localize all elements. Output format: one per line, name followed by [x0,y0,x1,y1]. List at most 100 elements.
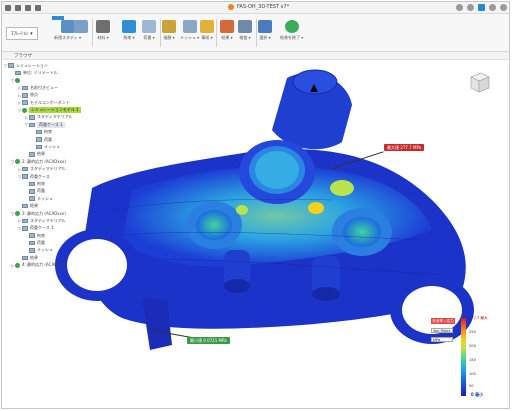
document-title: FAS-OH_3D-TEST v7* [237,4,290,10]
folder-icon [22,93,28,98]
tree-row[interactable]: ▽ 荷重ケース 1 [4,121,124,128]
tree-row[interactable]: ▷ 4: 静的応力 (ACADxxx) [4,262,124,269]
tree-row[interactable]: 結果 [4,151,124,158]
folder-icon [29,181,35,187]
folder-icon [29,248,35,253]
result-legend: 安全率 / 応力 Von Mises MPa 277.7 最大 250 200 … [425,316,491,398]
view-cube-icon[interactable] [465,68,493,96]
tree-row[interactable]: ▽ [4,77,124,84]
tree-row[interactable]: ▽ 荷重ケース [4,173,124,180]
tree-row[interactable]: ▽ 2: 静的応力 (ACADxxx) [4,158,124,165]
browser-title: ブラウザ [14,54,32,59]
select-tool[interactable]: 選択 ▾ [258,20,272,41]
tree-row-label: 3: 静的応力 (ACADxxx) [22,210,66,216]
folder-icon [36,137,42,142]
tree-row-label: 4: 静的応力 (ACADxxx) [22,262,66,268]
browser-header[interactable]: ブラウザ [2,52,509,60]
mesh-tool[interactable]: メッシュ ▾ [180,20,199,41]
load-tool[interactable]: 荷重 ▾ [142,20,156,41]
check-icon [22,107,27,113]
folder-icon [22,226,28,231]
tree-row[interactable]: ▷ 名前付きビュー [4,84,124,91]
tree-row[interactable]: ▽ シミュレーション [4,62,124,69]
tree-row-label: 原点 [30,92,38,98]
tree-row-label: 名前付きビュー [30,84,58,90]
tree-row-label: 結果 [30,203,38,209]
folder-icon [22,85,28,91]
tree-row[interactable]: メッシュ [4,143,124,150]
min-probe-label[interactable]: 最小値 0.0721 MPa [187,337,230,344]
material-tool[interactable]: 材料 ▾ [96,20,110,41]
check-icon [15,262,20,268]
tree-row-label: 荷重 [37,188,45,194]
tree-row[interactable]: ▷ スタディマテリアル [4,217,124,224]
legend-type-dropdown[interactable]: Von Mises [431,328,453,333]
legend-unit-dropdown[interactable]: MPa [431,337,453,342]
tree-row[interactable]: ▷ モデルコンポーネント [4,99,124,106]
contact-tool[interactable]: 接触 ▾ [162,20,176,41]
tree-row[interactable]: ▽ 3: 静的応力 (ACADxxx) [4,210,124,217]
tree-row[interactable]: 荷重 [4,188,124,195]
tree-row[interactable]: ▷ スタディマテリアル [4,114,124,121]
select-icon [258,20,272,33]
tree-row[interactable]: ▷ 原点 [4,92,124,99]
tree-row-label: 2: 静的応力 (ACADxxx) [22,158,66,164]
folder-icon [29,196,35,201]
title-bar: FAS-OH_3D-TEST v7* [2,2,509,14]
tree-row[interactable]: 拘束 [4,232,124,239]
tree-row[interactable]: 荷重 [4,136,124,143]
tree-row[interactable]: メッシュ [4,247,124,254]
precheck-icon [200,20,214,33]
inspect-tool[interactable]: 検査 ▾ [238,20,252,41]
result-icon [220,20,234,33]
tree-row[interactable]: ▽ 荷重ケース 1 [4,225,124,232]
tree-row-label: スタディマテリアル [37,114,73,120]
legend-header[interactable]: 安全率 / 応力 [431,318,455,324]
precheck-tool[interactable]: 事前 ▾ [200,20,214,41]
folder-icon [22,166,28,172]
tree-row[interactable]: 拘束 [4,129,124,136]
tree-row-label: 拘束 [37,180,45,186]
user-avatar[interactable] [500,4,507,11]
add-tab-icon[interactable] [456,4,463,11]
tree-row-label: 荷重 [44,136,52,142]
constraint-tool[interactable]: 拘束 ▾ [122,20,136,41]
max-probe-label[interactable]: 最大値 277.7 MPa [384,144,425,151]
tree-row[interactable]: 荷重 [4,239,124,246]
workspace-selector[interactable]: ﾏﾌﾚｰｼｮﾝ ▾ [6,27,38,40]
simplify-tool[interactable] [74,20,88,33]
result-tool[interactable]: 結果 ▾ [220,20,234,41]
legend-max: 277.7 最大 [469,316,488,320]
undo-icon[interactable] [25,5,31,11]
tree-row[interactable]: 単位: ミリメートル [4,69,124,76]
tree-row-label: スタディマテリアル [30,166,66,172]
file-icon[interactable] [5,5,11,11]
finish-icon [284,20,299,33]
help-icon[interactable] [489,4,496,11]
tree-row-label: シミュレーション [16,62,48,68]
job-status-icon[interactable] [478,4,485,11]
tree-row[interactable]: 結果 [4,254,124,261]
tree-row[interactable]: 結果 [4,202,124,209]
folder-icon [29,152,35,157]
check-icon [15,211,20,216]
folder-icon [22,203,28,209]
folder-icon [29,233,35,238]
save-icon[interactable] [15,5,21,11]
folder-icon [8,63,14,68]
redo-icon[interactable] [35,5,41,11]
tree-row[interactable]: 拘束 [4,180,124,187]
inspect-tool-label: 検査 ▾ [239,35,251,40]
finish-tool[interactable]: 結果を終了 ▾ [280,20,303,41]
tree-row-label: メッシュ [44,143,60,149]
tree-row-label: 単位: ミリメートル [23,70,58,76]
notification-icon[interactable] [467,4,474,11]
tree-row[interactable]: ▽ シミュレーションモデル 1 [4,106,124,114]
document-tab[interactable]: FAS-OH_3D-TEST v7* [228,4,289,10]
quick-access-toolbar [5,5,41,11]
tree-row[interactable]: メッシュ [4,195,124,202]
tree-row-label: モデルコンポーネント [30,99,70,105]
tree-row[interactable]: ▷ スタディマテリアル [4,165,124,172]
simplify-icon [74,20,88,33]
material-icon [96,20,110,33]
